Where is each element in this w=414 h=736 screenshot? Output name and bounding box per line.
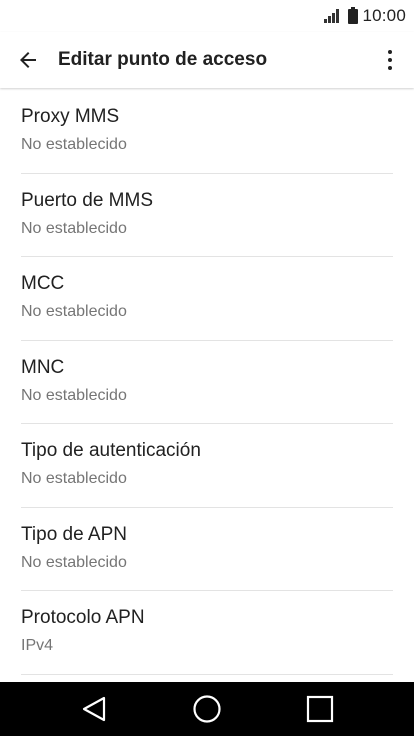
signal-icon: [324, 9, 344, 23]
setting-value: No establecido: [21, 136, 127, 153]
more-vert-icon: [388, 50, 392, 54]
setting-value: No establecido: [21, 219, 127, 237]
setting-apn-protocol[interactable]: Protocolo APN IPv4: [0, 591, 414, 675]
arrow-back-icon: [20, 52, 36, 68]
setting-apn-type[interactable]: Tipo de APN No establecido: [0, 508, 414, 591]
setting-title: Protocolo APN: [21, 607, 145, 628]
setting-title: Tipo de autenticación: [21, 440, 201, 461]
divider: [21, 673, 393, 675]
setting-value: No establecido: [21, 303, 127, 320]
setting-value: No establecido: [21, 470, 127, 487]
setting-title: Proxy MMS: [21, 106, 120, 127]
setting-mnc[interactable]: MNC No establecido: [0, 341, 414, 424]
setting-title: Puerto de MMS: [21, 189, 153, 211]
page-title: Editar punto de acceso: [58, 49, 268, 70]
setting-auth-type[interactable]: Tipo de autenticación No establecido: [0, 424, 414, 508]
setting-title: MCC: [21, 273, 65, 294]
status-clock: 10:00: [362, 6, 406, 25]
app-bar: Editar punto de acceso: [0, 32, 414, 88]
more-options-button[interactable]: [380, 44, 400, 76]
nav-home-icon: [193, 695, 221, 723]
setting-proxy-mms[interactable]: Proxy MMS No establecido: [0, 90, 414, 174]
setting-mms-port[interactable]: Puerto de MMS No establecido: [0, 174, 414, 257]
nav-recents-icon: [306, 695, 334, 723]
setting-value: No establecido: [21, 386, 127, 404]
navigation-bar: [0, 682, 414, 736]
setting-title: MNC: [21, 356, 65, 378]
back-button[interactable]: [0, 32, 56, 88]
status-indicators: 10:00: [324, 6, 406, 26]
status-bar: 10:00: [0, 0, 414, 32]
battery-icon: [348, 6, 359, 24]
nav-back-button[interactable]: [78, 693, 110, 725]
nav-back-icon: [82, 696, 106, 722]
setting-value: IPv4: [21, 637, 54, 654]
nav-recents-button[interactable]: [304, 693, 336, 725]
setting-title: Tipo de APN: [21, 523, 127, 545]
setting-mcc[interactable]: MCC No establecido: [0, 257, 414, 341]
nav-home-button[interactable]: [191, 693, 223, 725]
setting-value: No establecido: [21, 553, 127, 571]
settings-list: Proxy MMS No establecido Puerto de MMS N…: [0, 90, 414, 675]
